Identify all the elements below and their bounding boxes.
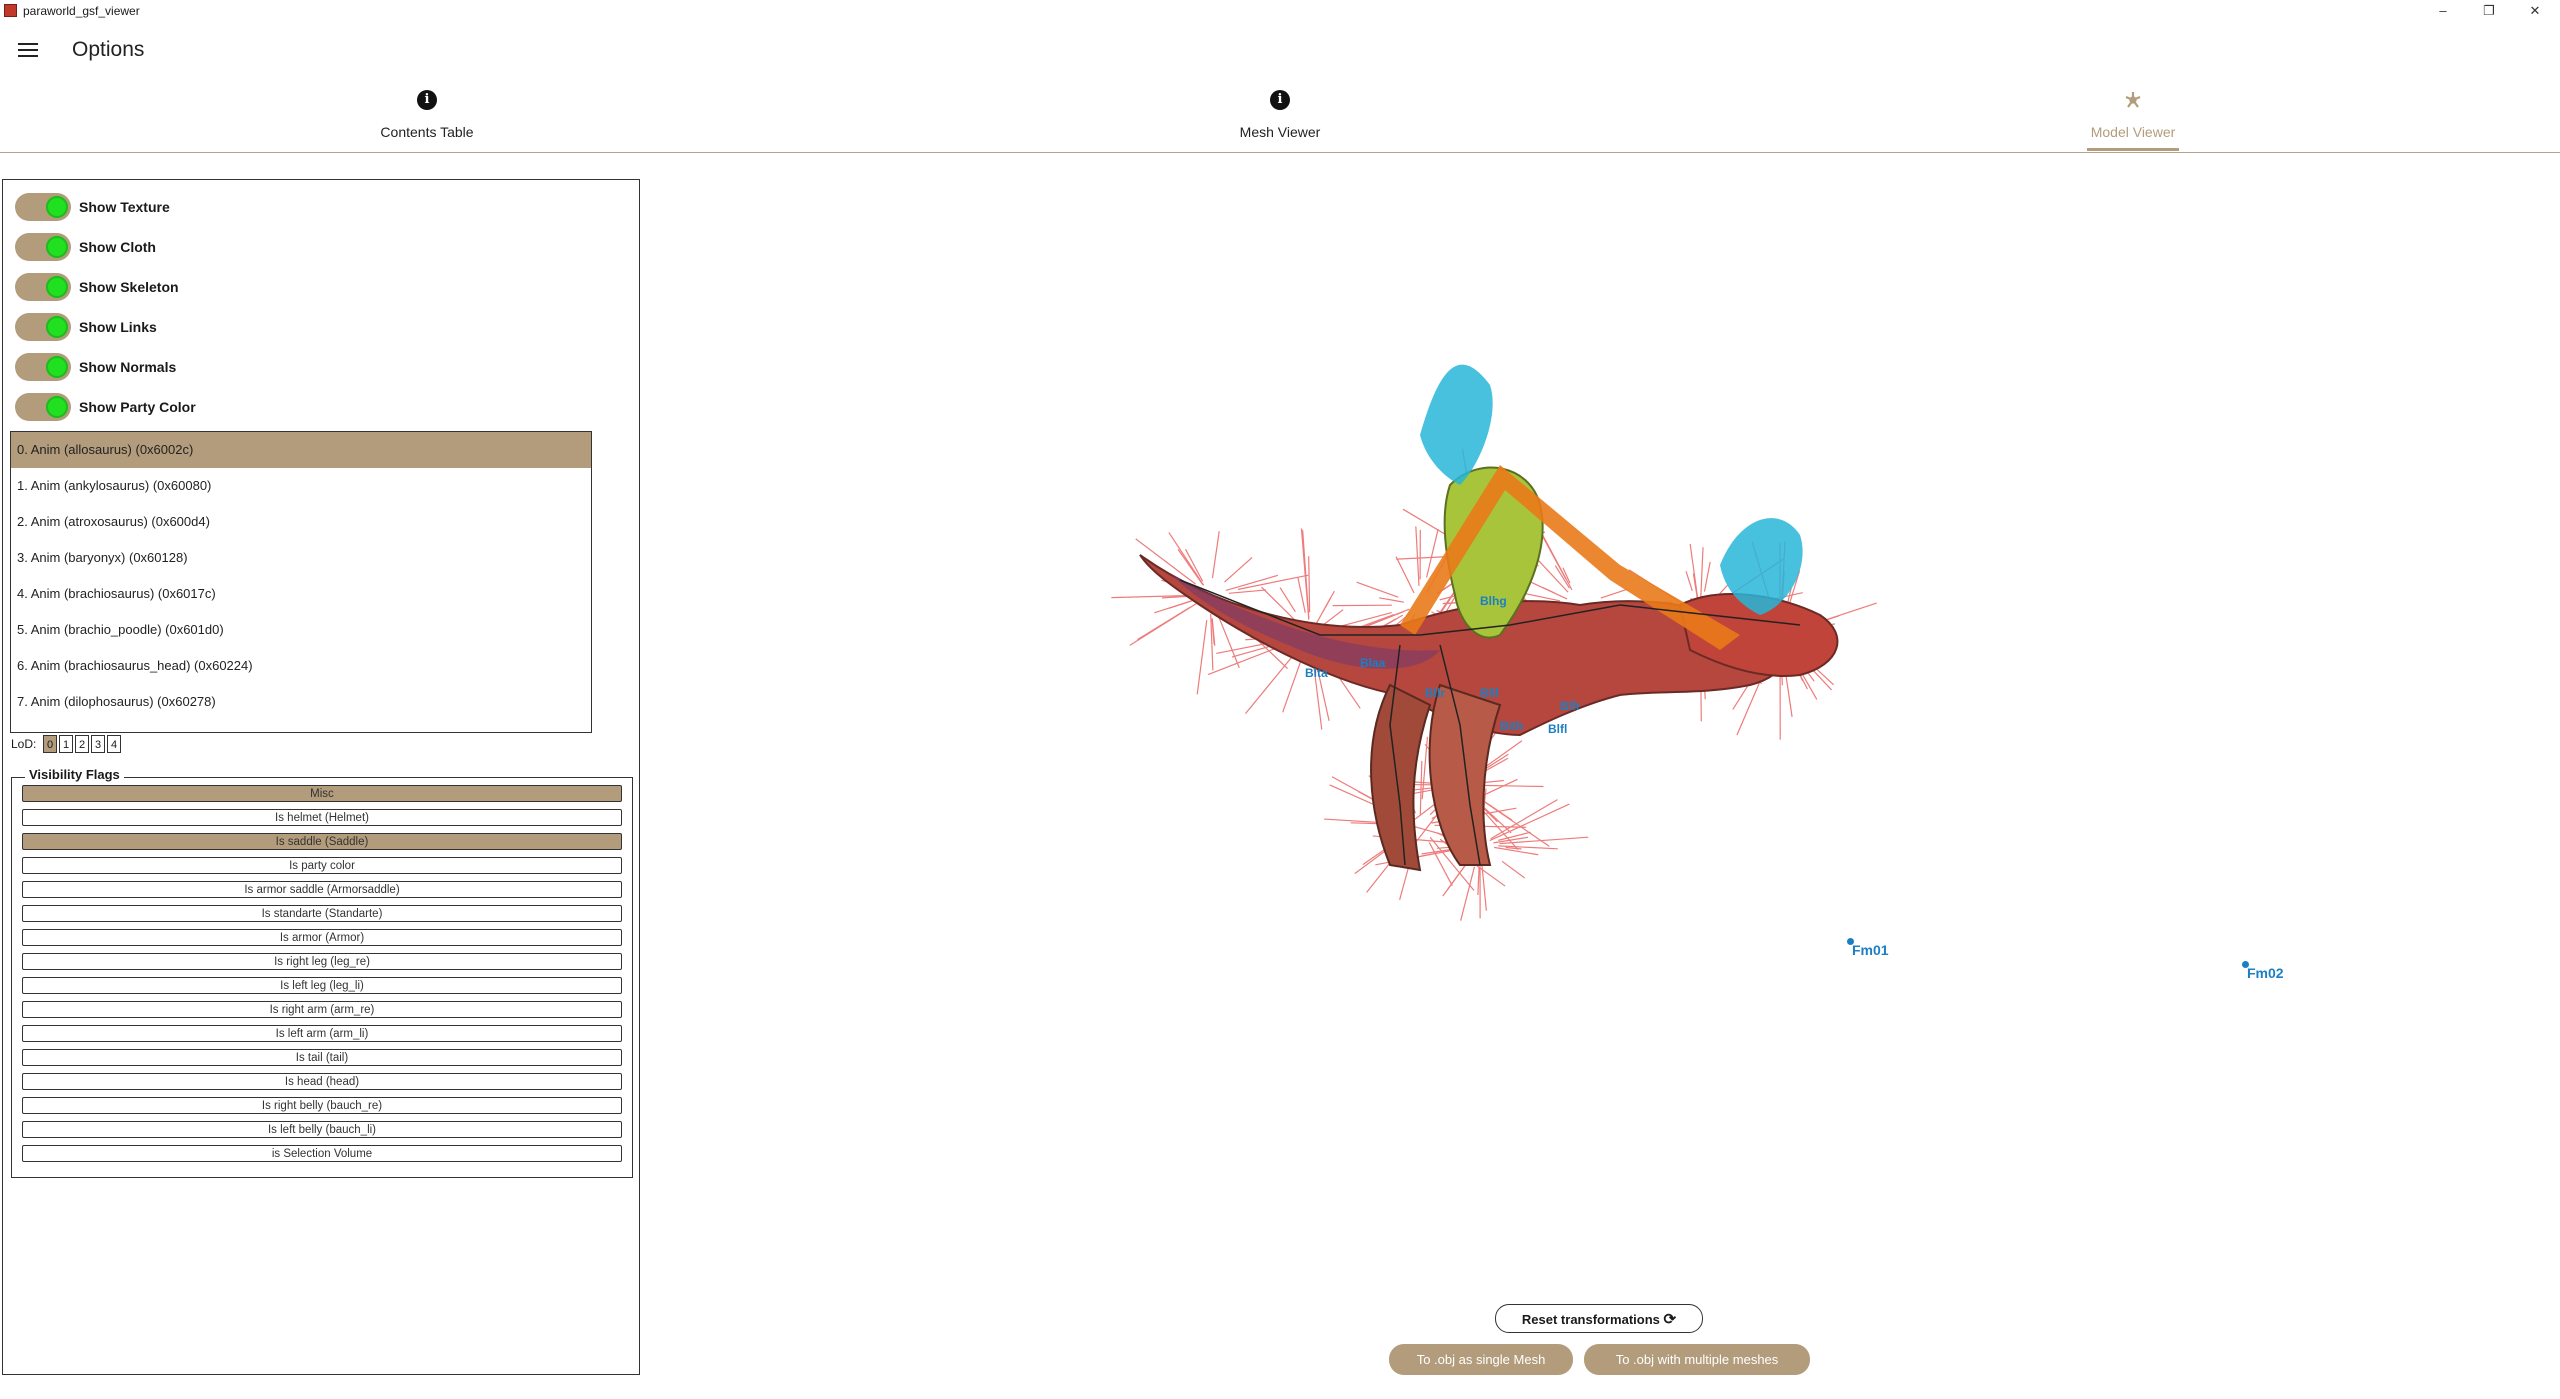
lod-label: LoD:: [11, 737, 37, 751]
lod-button-1[interactable]: 1: [59, 735, 73, 753]
page-title: Options: [72, 38, 145, 61]
toggle-label: Show Normals: [79, 359, 177, 375]
marker-fm01: Fm01: [1847, 938, 1889, 958]
tab-label: Contents Table: [380, 124, 474, 140]
flag-right-arm[interactable]: Is right arm (arm_re): [22, 1001, 622, 1018]
export-multiple-meshes-button[interactable]: To .obj with multiple meshes: [1584, 1344, 1810, 1375]
flag-armor-saddle[interactable]: Is armor saddle (Armorsaddle): [22, 881, 622, 898]
lod-button-3[interactable]: 3: [91, 735, 105, 753]
toggle-label: Show Skeleton: [79, 279, 179, 295]
flag-helmet[interactable]: Is helmet (Helmet): [22, 809, 622, 826]
toggle-switch[interactable]: [15, 233, 71, 261]
tab-mesh-viewer[interactable]: i Mesh Viewer: [1130, 84, 1430, 152]
active-tab-indicator: [2087, 148, 2179, 151]
flag-standarte[interactable]: Is standarte (Standarte): [22, 905, 622, 922]
bone-label: Blfl: [1548, 722, 1567, 736]
lod-button-0[interactable]: 0: [43, 735, 57, 753]
flag-left-belly[interactable]: Is left belly (bauch_li): [22, 1121, 622, 1138]
tab-contents-table[interactable]: i Contents Table: [277, 84, 577, 152]
tab-label: Mesh Viewer: [1239, 124, 1321, 140]
info-icon: i: [417, 90, 437, 110]
toggle-switch[interactable]: [15, 393, 71, 421]
tab-label: Model Viewer: [2090, 124, 2176, 140]
list-item[interactable]: 0. Anim (allosaurus) (0x6002c): [11, 432, 591, 468]
list-item[interactable]: 7. Anim (dilophosaurus) (0x60278): [11, 684, 591, 720]
animation-list[interactable]: 0. Anim (allosaurus) (0x6002c) 1. Anim (…: [10, 431, 592, 733]
bone-label: Blfr: [1560, 699, 1581, 713]
dinosaur-model-render: Blta Blaa Bllr Blll Bith Blfr Blfl Blhg: [1111, 364, 1877, 921]
model-icon: [2125, 92, 2141, 108]
bone-label: Blhg: [1480, 594, 1507, 608]
toggle-switch[interactable]: [15, 193, 71, 221]
lod-button-4[interactable]: 4: [107, 735, 121, 753]
restore-button[interactable]: ❐: [2466, 0, 2512, 22]
bone-label: Blll: [1480, 686, 1499, 700]
options-panel: Show Texture Show Cloth Show Skeleton Sh…: [2, 179, 640, 1375]
export-single-mesh-button[interactable]: To .obj as single Mesh: [1389, 1344, 1573, 1375]
bone-label: Blaa: [1360, 656, 1386, 670]
flag-tail[interactable]: Is tail (tail): [22, 1049, 622, 1066]
info-icon: i: [1270, 90, 1290, 110]
list-item[interactable]: 3. Anim (baryonyx) (0x60128): [11, 540, 591, 576]
hamburger-menu-icon[interactable]: [18, 43, 38, 57]
tab-model-viewer[interactable]: Model Viewer: [1983, 84, 2283, 152]
window-title: paraworld_gsf_viewer: [23, 4, 140, 18]
close-button[interactable]: ✕: [2512, 0, 2558, 22]
flag-right-belly[interactable]: Is right belly (bauch_re): [22, 1097, 622, 1114]
flag-head[interactable]: Is head (head): [22, 1073, 622, 1090]
visibility-flags-group: Misc Is helmet (Helmet) Is saddle (Saddl…: [11, 777, 633, 1178]
list-item[interactable]: 5. Anim (brachio_poodle) (0x601d0): [11, 612, 591, 648]
list-item[interactable]: 6. Anim (brachiosaurus_head) (0x60224): [11, 648, 591, 684]
flag-armor[interactable]: Is armor (Armor): [22, 929, 622, 946]
minimize-button[interactable]: –: [2420, 0, 2466, 22]
flag-left-leg[interactable]: Is left leg (leg_li): [22, 977, 622, 994]
model-viewport[interactable]: Blta Blaa Bllr Blll Bith Blfr Blfl Blhg: [1060, 305, 1900, 1005]
tab-bar: i Contents Table i Mesh Viewer Model Vie…: [0, 84, 2560, 153]
toggle-label: Show Cloth: [79, 239, 156, 255]
bone-label: Blta: [1305, 666, 1328, 680]
list-item[interactable]: 1. Anim (ankylosaurus) (0x60080): [11, 468, 591, 504]
flag-right-leg[interactable]: Is right leg (leg_re): [22, 953, 622, 970]
reset-transformations-button[interactable]: Reset transformations ⟳: [1495, 1304, 1703, 1333]
toggle-switch[interactable]: [15, 273, 71, 301]
toggle-switch[interactable]: [15, 353, 71, 381]
bone-label: Bllr: [1425, 686, 1445, 700]
list-item[interactable]: 4. Anim (brachiosaurus) (0x6017c): [11, 576, 591, 612]
refresh-icon: ⟳: [1663, 1311, 1677, 1328]
flag-left-arm[interactable]: Is left arm (arm_li): [22, 1025, 622, 1042]
app-icon: [4, 4, 17, 17]
list-item[interactable]: 2. Anim (atroxosaurus) (0x600d4): [11, 504, 591, 540]
title-bar: paraworld_gsf_viewer – ❐ ✕: [0, 0, 2560, 22]
toggle-label: Show Texture: [79, 199, 170, 215]
visibility-flags-legend: Visibility Flags: [25, 767, 124, 782]
toggle-switch[interactable]: [15, 313, 71, 341]
toggle-label: Show Links: [79, 319, 157, 335]
marker-fm02: Fm02: [2242, 961, 2284, 981]
lod-button-2[interactable]: 2: [75, 735, 89, 753]
flag-party-color[interactable]: Is party color: [22, 857, 622, 874]
toggle-label: Show Party Color: [79, 399, 196, 415]
flag-saddle[interactable]: Is saddle (Saddle): [22, 833, 622, 850]
bone-label: Bith: [1500, 719, 1523, 733]
flag-misc[interactable]: Misc: [22, 785, 622, 802]
reset-label: Reset transformations: [1521, 1312, 1660, 1327]
flag-selection-volume[interactable]: is Selection Volume: [22, 1145, 622, 1162]
